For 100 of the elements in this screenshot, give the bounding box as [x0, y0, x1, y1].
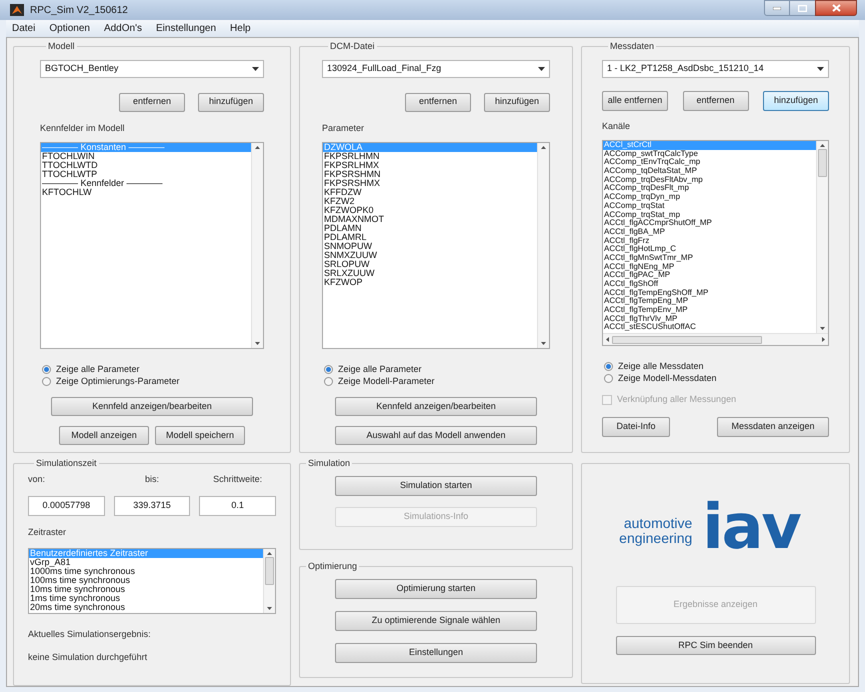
- button[interactable]: entfernen: [682, 90, 748, 110]
- menu-item[interactable]: AddOn's: [104, 21, 142, 36]
- list-item[interactable]: SNMOPUW: [323, 242, 537, 251]
- radio-button[interactable]: [604, 362, 613, 371]
- menu-item[interactable]: Einstellungen: [156, 21, 216, 36]
- button[interactable]: Zu optimierende Signale wählen: [335, 610, 537, 630]
- list-item[interactable]: PDLAMRL: [323, 233, 537, 242]
- list-item[interactable]: FKPSRSHMX: [323, 179, 537, 188]
- list-item[interactable]: FKPSRLHMX: [323, 161, 537, 170]
- list-item[interactable]: 100ms time synchronous: [29, 576, 263, 584]
- close-icon: [832, 4, 840, 12]
- radio-button[interactable]: [42, 365, 51, 374]
- button[interactable]: RPC Sim beenden: [616, 636, 816, 655]
- list-item[interactable]: ACComp_trqDesFlt_mp: [603, 184, 816, 194]
- list-item[interactable]: ACCtl_flgTempEng_MP: [603, 297, 816, 306]
- scrollbar[interactable]: [816, 141, 828, 333]
- button[interactable]: hinzufügen: [484, 92, 550, 112]
- list-item[interactable]: ACComp_trqDesFltAbv_mp: [603, 176, 816, 184]
- button[interactable]: entfernen: [119, 92, 185, 112]
- list-item[interactable]: ACComp_trqDyn_mp: [603, 193, 816, 202]
- button[interactable]: Optimierung starten: [335, 578, 537, 598]
- close-button[interactable]: [815, 0, 857, 16]
- scrollbar[interactable]: [537, 143, 549, 348]
- button[interactable]: Auswahl auf das Modell anwenden: [335, 426, 537, 445]
- list-item[interactable]: KFZWOPK0: [323, 206, 537, 215]
- horizontal-scrollbar[interactable]: [603, 333, 828, 345]
- list-item[interactable]: KFFDZW: [323, 188, 537, 197]
- field-label: keine Simulation durchgeführt: [28, 651, 148, 664]
- input-field[interactable]: 0.1: [199, 496, 276, 516]
- button[interactable]: Messdaten anzeigen: [717, 416, 829, 436]
- button[interactable]: Kennfeld anzeigen/bearbeiten: [51, 397, 253, 416]
- scroll-thumb[interactable]: [265, 556, 274, 584]
- radio-label: Zeige Modell-Messdaten: [618, 372, 717, 385]
- list-item[interactable]: ACCtl_flgThrVlv_MP: [603, 314, 816, 324]
- list-item[interactable]: SRLXZUUW: [323, 269, 537, 278]
- list-item[interactable]: ACComp_swtTrqCalcType: [603, 150, 816, 158]
- scrollbar[interactable]: [251, 143, 263, 348]
- button[interactable]: alle entfernen: [602, 90, 668, 110]
- list-item[interactable]: ACCtl_flgShOff: [603, 280, 816, 289]
- list-item[interactable]: ACCtl_flgTempEnv_MP: [603, 306, 816, 315]
- list-item[interactable]: KFZW2: [323, 197, 537, 206]
- list-item[interactable]: ACCtl_flgBA_MP: [603, 228, 816, 237]
- button[interactable]: hinzufügen: [763, 90, 829, 110]
- button[interactable]: Kennfeld anzeigen/bearbeiten: [335, 397, 537, 416]
- radio-button[interactable]: [604, 374, 613, 383]
- list-item[interactable]: KFZWOP: [323, 278, 537, 287]
- list-item[interactable]: TTOCHLWTP: [41, 170, 251, 179]
- button[interactable]: Simulation starten: [335, 476, 537, 496]
- button[interactable]: hinzufügen: [198, 92, 264, 112]
- list-item[interactable]: MDMAXNMOT: [323, 215, 537, 224]
- list-item[interactable]: PDLAMN: [323, 224, 537, 233]
- minimize-button[interactable]: [764, 0, 790, 16]
- dropdown[interactable]: 130924_FullLoad_Final_Fzg: [322, 60, 550, 78]
- list-item[interactable]: ACCtl_flgPAC_MP: [603, 271, 816, 280]
- list-item[interactable]: 10ms time synchronous: [29, 584, 263, 594]
- button[interactable]: entfernen: [405, 92, 471, 112]
- scroll-up-icon: [255, 146, 260, 149]
- button[interactable]: Modell anzeigen: [59, 426, 149, 445]
- list-item[interactable]: ACCtl_flgNEng_MP: [603, 262, 816, 272]
- radio-label: Zeige alle Messdaten: [618, 360, 704, 373]
- menu-item[interactable]: Datei: [12, 21, 36, 36]
- list-item[interactable]: ACComp_trqStat: [603, 202, 816, 210]
- button[interactable]: Einstellungen: [335, 642, 537, 662]
- maximize-button[interactable]: [790, 0, 815, 16]
- menu-item[interactable]: Help: [230, 21, 251, 36]
- list-item[interactable]: ———— Kennfelder ————: [41, 179, 251, 188]
- list-item[interactable]: ACCtl_flgMnSwtTmr_MP: [603, 254, 816, 263]
- list-item[interactable]: 20ms time synchronous: [29, 602, 263, 612]
- list-item[interactable]: 1000ms time synchronous: [29, 566, 263, 576]
- list-item[interactable]: FTOCHLWIN: [41, 152, 251, 161]
- list-item[interactable]: ACCtl_flgHotLmp_C: [603, 245, 816, 254]
- input-field[interactable]: 0.00057798: [28, 496, 105, 516]
- list-item[interactable]: ACComp_trqStat_mp: [603, 210, 816, 220]
- list-item[interactable]: vGrp_A81: [29, 558, 263, 566]
- scrollbar[interactable]: [263, 548, 275, 612]
- list-item[interactable]: ACCtl_flgACCmprShutOff_MP: [603, 219, 816, 228]
- list-item[interactable]: TTOCHLWTD: [41, 161, 251, 170]
- dropdown[interactable]: BGTOCH_Bentley: [40, 60, 264, 78]
- radio-button[interactable]: [42, 377, 51, 386]
- button[interactable]: Datei-Info: [602, 416, 670, 436]
- list-item[interactable]: ACCtl_flgFrz: [603, 236, 816, 246]
- maximize-icon: [798, 4, 807, 12]
- input-field[interactable]: 339.3715: [114, 496, 190, 516]
- list-item[interactable]: 1ms time synchronous: [29, 594, 263, 602]
- radio-button[interactable]: [324, 377, 333, 386]
- list-item[interactable]: FKPSRLHMN: [323, 152, 537, 161]
- list-item[interactable]: FKPSRSHMN: [323, 170, 537, 179]
- dropdown[interactable]: 1 - LK2_PT1258_AsdDsbc_151210_14: [602, 60, 829, 78]
- list-item[interactable]: ACComp_tEnvTrqCalc_mp: [603, 158, 816, 168]
- list-item[interactable]: SNMXZUUW: [323, 251, 537, 260]
- scroll-thumb[interactable]: [612, 336, 762, 344]
- list-item[interactable]: ACComp_tqDeltaStat_MP: [603, 167, 816, 176]
- button[interactable]: Modell speichern: [155, 426, 245, 445]
- scroll-thumb[interactable]: [818, 149, 827, 177]
- radio-button[interactable]: [324, 365, 333, 374]
- list-item[interactable]: ACCtl_stESCUShutOffAC: [603, 323, 816, 332]
- menu-item[interactable]: Optionen: [49, 21, 90, 36]
- list-item[interactable]: KFTOCHLW: [41, 188, 251, 197]
- list-item[interactable]: ACCtl_flgTempEngShOff_MP: [603, 288, 816, 298]
- list-item[interactable]: SRLOPUW: [323, 260, 537, 269]
